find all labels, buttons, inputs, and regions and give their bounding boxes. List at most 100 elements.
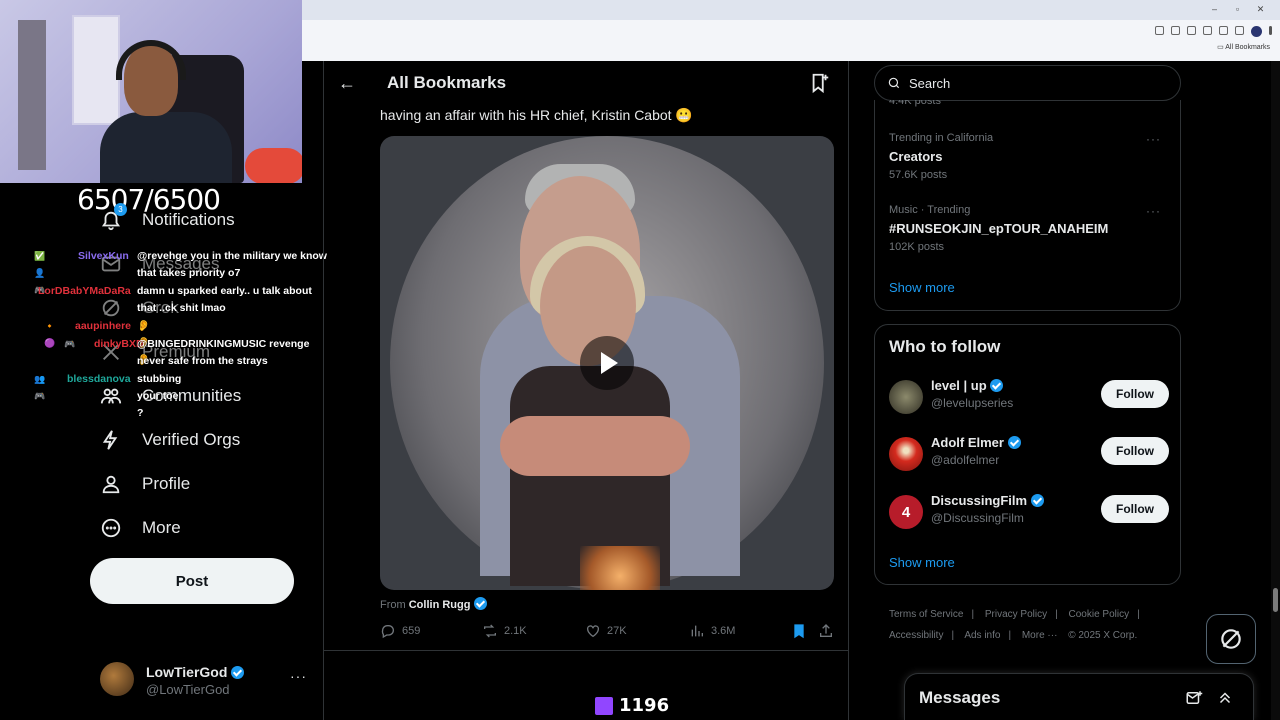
trend-item[interactable]: Trending in California Creators 57.6K po…: [889, 132, 1169, 181]
bookmark-button[interactable]: [791, 623, 807, 639]
search-icon: [888, 77, 900, 89]
search-input[interactable]: Search: [874, 65, 1181, 101]
notifications-badge: 3: [114, 203, 127, 216]
menu-icon[interactable]: [1269, 26, 1272, 35]
share-button[interactable]: [818, 623, 834, 639]
chat-username: LorDBabYMaDaRa: [38, 285, 131, 297]
reply-count: 659: [402, 625, 421, 637]
footer-link-accessibility[interactable]: Accessibility: [889, 630, 943, 641]
share-icon: [820, 624, 832, 637]
trend-more-icon[interactable]: ···: [1146, 132, 1161, 146]
attribution-name[interactable]: Collin Rugg: [409, 599, 471, 611]
follow-show-more-link[interactable]: Show more: [889, 555, 955, 570]
expand-up-icon[interactable]: [1216, 689, 1234, 707]
extensions-icon[interactable]: [1219, 26, 1228, 35]
scrollbar-thumb[interactable]: [1273, 588, 1278, 612]
nav-more-label: More: [142, 518, 181, 537]
video-arms: [500, 416, 690, 476]
trends-show-more-link[interactable]: Show more: [889, 280, 955, 295]
close-window-button[interactable]: ✕: [1249, 4, 1272, 15]
grok-icon: [100, 297, 122, 319]
video-attribution[interactable]: From Collin Rugg: [380, 597, 487, 611]
grok-floating-button[interactable]: [1206, 614, 1256, 664]
trend-posts: 57.6K posts: [889, 169, 948, 181]
messages-drawer[interactable]: Messages: [904, 673, 1254, 720]
follow-suggestion[interactable]: Adolf Elmer @adolfelmer Follow: [889, 435, 1169, 475]
footer-link-terms[interactable]: Terms of Service: [889, 609, 963, 620]
tweet-video[interactable]: [380, 136, 834, 590]
nav-notifications[interactable]: 3 Notifications: [100, 203, 235, 231]
chat-text: @revehge you in the military we know tha…: [137, 250, 327, 279]
avatar: [889, 437, 923, 471]
page-scrollbar[interactable]: [1271, 61, 1280, 720]
partial-trend-posts: 4.4K posts: [889, 100, 941, 107]
account-more-icon[interactable]: ···: [290, 668, 307, 684]
views-count: 3.6M: [711, 625, 736, 637]
verified-badge-icon: [1007, 436, 1021, 449]
account-switcher[interactable]: LowTierGod @LowTierGod ···: [100, 662, 310, 702]
repost-icon: [484, 624, 496, 638]
trend-item[interactable]: Music · Trending #RUNSEOKJIN_epTOUR_ANAH…: [889, 204, 1169, 253]
chat-text: damn u sparked early.. u talk about that…: [137, 285, 312, 314]
lightning-icon: [100, 429, 122, 451]
chat-badges-icon: 👥🎮: [34, 374, 46, 401]
footer-link-more[interactable]: More ···: [1022, 630, 1058, 641]
avatar: 4: [889, 495, 923, 529]
like-count: 27K: [607, 625, 627, 637]
add-bookmark-folder-icon[interactable]: [809, 72, 831, 99]
views-button[interactable]: 3.6M: [689, 623, 735, 639]
like-button[interactable]: 27K: [585, 623, 627, 639]
follow-button[interactable]: Follow: [1101, 495, 1169, 523]
follow-suggestion[interactable]: 4 DiscussingFilm @DiscussingFilm Follow: [889, 493, 1169, 533]
verified-badge-icon: [1030, 494, 1044, 507]
toolbar-icons: [1155, 26, 1272, 37]
browser-chrome: – ▫ ✕ ▭ All Bookmarks: [302, 0, 1280, 61]
play-button[interactable]: [580, 336, 634, 390]
bookmarks-folder[interactable]: ▭ All Bookmarks: [1217, 43, 1270, 51]
nav-more[interactable]: More: [100, 517, 181, 539]
viewer-count-value: 1196: [619, 695, 670, 716]
reply-button[interactable]: 659: [380, 623, 420, 639]
trend-meta: Trending in California: [889, 132, 994, 144]
reply-icon: [381, 625, 394, 639]
follow-suggestion[interactable]: level | up @levelupseries Follow: [889, 378, 1169, 418]
post-button[interactable]: Post: [90, 558, 294, 604]
follow-button[interactable]: Follow: [1101, 437, 1169, 465]
sidepanel-icon[interactable]: [1235, 26, 1244, 35]
chat-badges-icon: 🔸🟣: [44, 321, 56, 348]
footer-link-ads-info[interactable]: Ads info: [964, 630, 1000, 641]
door: [72, 15, 120, 125]
volume-icon[interactable]: [1203, 26, 1212, 35]
new-message-icon[interactable]: [1185, 689, 1203, 707]
address-bar[interactable]: [302, 20, 1280, 42]
suggestion-name: Adolf Elmer: [931, 435, 1021, 450]
tab-strip: – ▫ ✕: [302, 0, 1280, 20]
footer-link-cookies[interactable]: Cookie Policy: [1069, 609, 1130, 620]
trend-more-icon[interactable]: ···: [1146, 204, 1161, 218]
heart-icon: [587, 625, 599, 638]
follow-button[interactable]: Follow: [1101, 380, 1169, 408]
nav-profile[interactable]: Profile: [100, 473, 190, 495]
verified-badge-icon: [990, 379, 1004, 392]
minimize-button[interactable]: –: [1203, 4, 1226, 14]
star-icon[interactable]: [1187, 26, 1196, 35]
nav-notifications-label: Notifications: [142, 210, 235, 229]
trends-panel: 4.4K posts Trending in California Creato…: [874, 100, 1181, 311]
bookmarks-folder-label: All Bookmarks: [1225, 44, 1270, 51]
copyright: © 2025 X Corp.: [1068, 630, 1138, 641]
grok-icon: [1221, 629, 1241, 649]
nav-verified-orgs[interactable]: Verified Orgs: [100, 429, 240, 451]
suggestion-handle: @adolfelmer: [931, 453, 1000, 467]
profile-icon[interactable]: [1251, 26, 1262, 37]
messages-drawer-title: Messages: [919, 688, 1001, 707]
maximize-button[interactable]: ▫: [1226, 4, 1249, 14]
footer-link-privacy[interactable]: Privacy Policy: [985, 609, 1047, 620]
cast-icon[interactable]: [1155, 26, 1164, 35]
tweet-divider: [324, 650, 848, 651]
back-arrow-icon[interactable]: ←: [338, 73, 356, 94]
repost-button[interactable]: 2.1K: [482, 623, 527, 639]
suggestion-handle: @DiscussingFilm: [931, 511, 1024, 525]
twitch-icon: [595, 696, 613, 715]
zoom-icon[interactable]: [1171, 26, 1180, 35]
trend-posts: 102K posts: [889, 241, 945, 253]
